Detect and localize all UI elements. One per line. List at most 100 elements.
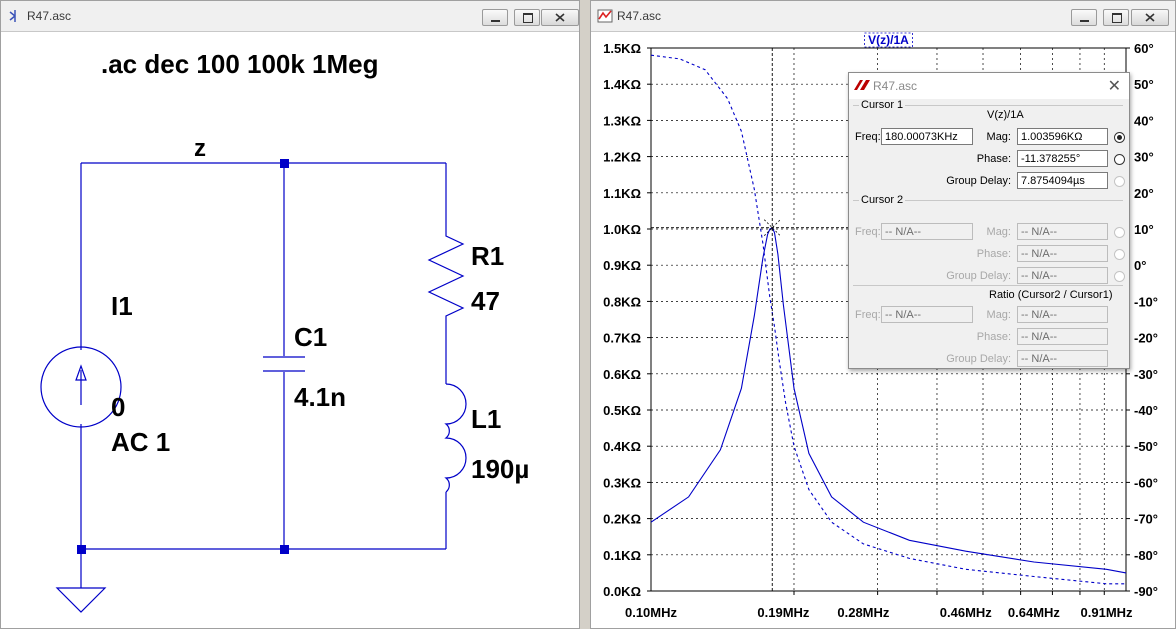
y2-axis-tick-label: 20° <box>1134 186 1154 201</box>
ratio-phase-field[interactable]: -- N/A-- <box>1017 328 1108 345</box>
inductor-value-label[interactable]: 190µ <box>471 454 529 484</box>
cursor-dialog-titlebar[interactable]: R47.asc ✕ <box>849 73 1129 99</box>
trace-legend-label[interactable]: V(z)/1A <box>868 33 909 47</box>
close-icon <box>555 13 565 22</box>
cursor1-group-delay-label: Group Delay: <box>946 175 1011 187</box>
cursor1-phase-radio[interactable] <box>1114 154 1125 165</box>
cursor2-phase-label: Phase: <box>976 248 1011 260</box>
cursor1-freq-label: Freq: <box>855 131 881 143</box>
y-axis-tick-label: 1.4KΩ <box>603 77 641 92</box>
capacitor-name-label[interactable]: C1 <box>294 322 327 352</box>
y2-axis-tick-label: -60° <box>1134 475 1158 490</box>
ground-symbol[interactable] <box>55 587 107 613</box>
close-button[interactable] <box>1131 9 1169 26</box>
cursor1-group: Cursor 1 <box>853 99 1123 111</box>
cursor1-mag-radio[interactable] <box>1114 132 1125 143</box>
close-icon[interactable]: ✕ <box>1108 76 1121 96</box>
ratio-group-label: Ratio (Cursor2 / Cursor1) <box>989 289 1113 301</box>
cursor2-group-delay-field[interactable]: -- N/A-- <box>1017 267 1108 284</box>
source-name-label[interactable]: I1 <box>111 291 133 321</box>
x-axis-tick-label: 0.10MHz <box>625 605 678 620</box>
y-axis-tick-label: 1.1KΩ <box>603 186 641 201</box>
waveform-app-icon <box>597 9 613 23</box>
cursor2-phase-field[interactable]: -- N/A-- <box>1017 245 1108 262</box>
x-axis-tick-label: 0.91MHz <box>1081 605 1134 620</box>
ratio-mag-field[interactable]: -- N/A-- <box>1017 306 1108 323</box>
wires[interactable] <box>80 162 447 588</box>
cursor1-phase-field[interactable]: -11.378255° <box>1017 150 1108 167</box>
schematic-titlebar[interactable]: R47.asc <box>1 1 579 32</box>
resistor-name-label[interactable]: R1 <box>471 241 504 271</box>
y2-axis-tick-label: -80° <box>1134 548 1158 563</box>
waveform-titlebar[interactable]: R47.asc <box>591 1 1175 32</box>
ltspice-logo-icon <box>854 80 870 90</box>
cursor1-freq-field[interactable]: 180.00073KHz <box>881 128 973 145</box>
cursor1-mag-field[interactable]: 1.003596KΩ <box>1017 128 1108 145</box>
cursor2-group-label: Cursor 2 <box>859 194 906 206</box>
ratio-group-delay-field[interactable]: -- N/A-- <box>1017 350 1108 367</box>
capacitor-symbol[interactable] <box>263 356 305 372</box>
y2-axis-tick-label: -10° <box>1134 294 1158 309</box>
restore-button[interactable] <box>1103 9 1129 26</box>
minimize-icon <box>491 20 500 22</box>
schematic-canvas[interactable]: .ac dec 100 100k 1Meg z I1 0 AC 1 C1 4.1… <box>1 32 579 628</box>
ratio-mag-label: Mag: <box>986 309 1011 321</box>
close-button[interactable] <box>541 9 579 26</box>
x-axis-tick-label: 0.46MHz <box>940 605 993 620</box>
cursor2-freq-field[interactable]: -- N/A-- <box>881 223 973 240</box>
cursor2-mag-radio[interactable] <box>1114 227 1125 238</box>
cursor2-group: Cursor 2 <box>853 194 1123 206</box>
waveform-window-title: R47.asc <box>617 9 662 23</box>
y2-axis-tick-label: 30° <box>1134 150 1154 165</box>
y2-axis-tick-label: 50° <box>1134 77 1154 92</box>
y-axis-tick-label: 0.7KΩ <box>603 331 641 346</box>
net-label-z[interactable]: z <box>194 135 206 162</box>
x-axis-tick-label: 0.19MHz <box>757 605 810 620</box>
cursor1-group-delay-radio[interactable] <box>1114 176 1125 187</box>
y2-axis-tick-label: 10° <box>1134 222 1154 237</box>
minimize-button[interactable] <box>482 9 508 26</box>
y-axis-tick-label: 1.0KΩ <box>603 222 641 237</box>
y2-axis-tick-label: 0° <box>1134 258 1146 273</box>
source-value-label[interactable]: 0 <box>111 392 125 422</box>
current-source-symbol[interactable] <box>40 346 122 428</box>
ratio-group <box>853 285 1123 286</box>
restore-button[interactable] <box>514 9 540 26</box>
cursor1-group-delay-field[interactable]: 7.8754094µs <box>1017 172 1108 189</box>
cursor-dialog: R47.asc ✕ Cursor 1 V(z)/1A Freq: 180.000… <box>848 72 1130 369</box>
y2-axis-tick-label: -40° <box>1134 403 1158 418</box>
y-axis-tick-label: 1.5KΩ <box>603 41 641 56</box>
spice-directive[interactable]: .ac dec 100 100k 1Meg <box>101 49 379 79</box>
schematic-app-icon <box>9 10 16 22</box>
inductor-name-label[interactable]: L1 <box>471 404 501 434</box>
y-axis-tick-label: 0.8KΩ <box>603 294 641 309</box>
y2-axis-tick-label: -90° <box>1134 584 1158 599</box>
cursor2-mag-field[interactable]: -- N/A-- <box>1017 223 1108 240</box>
cursor2-freq-label: Freq: <box>855 226 881 238</box>
cursor2-phase-radio[interactable] <box>1114 249 1125 260</box>
resistor-value-label[interactable]: 47 <box>471 286 500 316</box>
cursor2-mag-label: Mag: <box>986 226 1011 238</box>
y2-axis-tick-label: -30° <box>1134 367 1158 382</box>
ratio-phase-label: Phase: <box>976 331 1011 343</box>
y2-axis-tick-label: 40° <box>1134 113 1154 128</box>
cursor1-group-label: Cursor 1 <box>859 99 906 111</box>
y-axis-tick-label: 0.9KΩ <box>603 258 641 273</box>
y-axis-tick-label: 0.1KΩ <box>603 548 641 563</box>
minimize-button[interactable] <box>1071 9 1097 26</box>
y-axis-tick-label: 1.3KΩ <box>603 113 641 128</box>
inductor-symbol[interactable] <box>444 383 467 493</box>
capacitor-value-label[interactable]: 4.1n <box>294 382 346 412</box>
resistor-symbol[interactable] <box>427 228 465 326</box>
y-axis-tick-label: 0.0KΩ <box>603 584 641 599</box>
cursor1-trace-name: V(z)/1A <box>987 109 1024 121</box>
cursor1-phase-label: Phase: <box>976 153 1011 165</box>
source-ac-label[interactable]: AC 1 <box>111 427 170 457</box>
y-axis-tick-label: 0.5KΩ <box>603 403 641 418</box>
cursor2-group-delay-radio[interactable] <box>1114 271 1125 282</box>
minimize-icon <box>1080 20 1089 22</box>
junction-bottom-mid <box>280 545 289 554</box>
y-axis-tick-label: 1.2KΩ <box>603 150 641 165</box>
y2-axis-tick-label: -20° <box>1134 331 1158 346</box>
ratio-freq-field[interactable]: -- N/A-- <box>881 306 973 323</box>
